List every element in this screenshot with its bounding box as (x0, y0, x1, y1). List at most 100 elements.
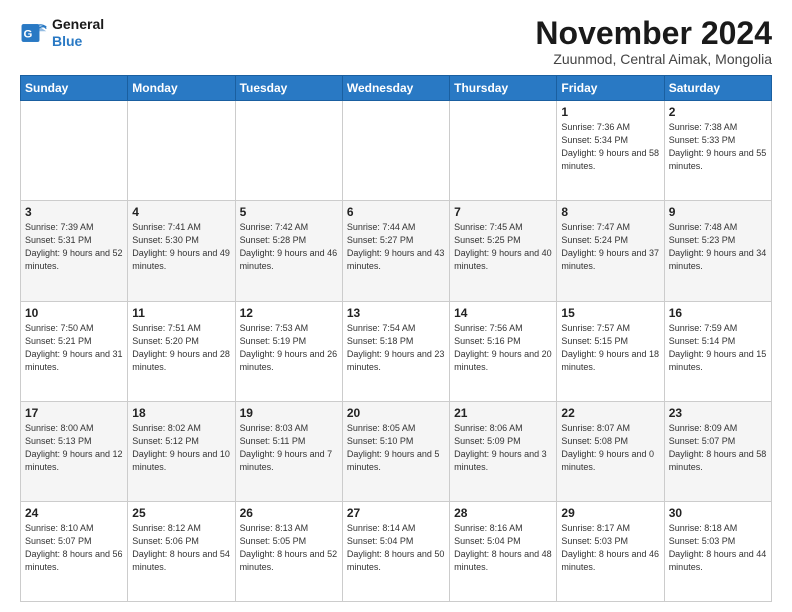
day-cell-2-1: 11Sunrise: 7:51 AM Sunset: 5:20 PM Dayli… (128, 301, 235, 401)
day-cell-2-4: 14 Sunrise: 7:56 AM Sunset: 5:16 PM Dayli… (450, 301, 557, 401)
day-cell-0-3 (342, 101, 449, 201)
day-cell-1-0: 3 Sunrise: 7:39 AM Sunset: 5:31 PM Daylig… (21, 201, 128, 301)
day-number: 21 (454, 406, 552, 420)
day-info: Sunrise: 7:54 AM Sunset: 5:18 PM Dayligh… (347, 322, 445, 374)
day-cell-3-1: 18 Sunrise: 8:02 AM Sunset: 5:12 PM Dayli… (128, 401, 235, 501)
day-info: Sunrise: 7:59 AM Sunset: 5:14 PM Dayligh… (669, 322, 767, 374)
day-cell-2-0: 10 Sunrise: 7:50 AM Sunset: 5:21 PM Dayli… (21, 301, 128, 401)
day-cell-3-0: 17Sunrise: 8:00 AM Sunset: 5:13 PM Dayli… (21, 401, 128, 501)
day-cell-4-0: 24 Sunrise: 8:10 AM Sunset: 5:07 PM Dayli… (21, 501, 128, 601)
day-info: Sunrise: 7:47 AM Sunset: 5:24 PM Dayligh… (561, 221, 659, 273)
day-number: 27 (347, 506, 445, 520)
day-number: 25 (132, 506, 230, 520)
day-info: Sunrise: 7:45 AM Sunset: 5:25 PM Dayligh… (454, 221, 552, 273)
day-cell-3-4: 21Sunrise: 8:06 AM Sunset: 5:09 PM Dayli… (450, 401, 557, 501)
day-cell-0-1 (128, 101, 235, 201)
page: G General Blue November 2024 Zuunmod, Ce… (0, 0, 792, 612)
calendar-table: Sunday Monday Tuesday Wednesday Thursday… (20, 75, 772, 602)
day-number: 19 (240, 406, 338, 420)
title-block: November 2024 Zuunmod, Central Aimak, Mo… (535, 16, 772, 67)
day-cell-4-6: 30 Sunrise: 8:18 AM Sunset: 5:03 PM Dayli… (664, 501, 771, 601)
day-info: Sunrise: 8:00 AM Sunset: 5:13 PM Dayligh… (25, 422, 123, 474)
day-info: Sunrise: 7:41 AM Sunset: 5:30 PM Dayligh… (132, 221, 230, 273)
day-cell-0-2 (235, 101, 342, 201)
day-cell-0-5: 1Sunrise: 7:36 AM Sunset: 5:34 PM Daylig… (557, 101, 664, 201)
day-info: Sunrise: 8:03 AM Sunset: 5:11 PM Dayligh… (240, 422, 338, 474)
header-friday: Friday (557, 76, 664, 101)
day-cell-1-6: 9 Sunrise: 7:48 AM Sunset: 5:23 PM Daylig… (664, 201, 771, 301)
day-cell-1-1: 4 Sunrise: 7:41 AM Sunset: 5:30 PM Daylig… (128, 201, 235, 301)
day-number: 3 (25, 205, 123, 219)
week-row-4: 17Sunrise: 8:00 AM Sunset: 5:13 PM Dayli… (21, 401, 772, 501)
day-number: 14 (454, 306, 552, 320)
logo-icon: G (20, 19, 48, 47)
day-number: 18 (132, 406, 230, 420)
day-cell-1-4: 7Sunrise: 7:45 AM Sunset: 5:25 PM Daylig… (450, 201, 557, 301)
day-cell-2-2: 12 Sunrise: 7:53 AM Sunset: 5:19 PM Dayli… (235, 301, 342, 401)
day-cell-4-2: 26 Sunrise: 8:13 AM Sunset: 5:05 PM Dayli… (235, 501, 342, 601)
day-number: 12 (240, 306, 338, 320)
header-sunday: Sunday (21, 76, 128, 101)
day-number: 29 (561, 506, 659, 520)
day-info: Sunrise: 7:38 AM Sunset: 5:33 PM Dayligh… (669, 121, 767, 173)
day-cell-4-1: 25 Sunrise: 8:12 AM Sunset: 5:06 PM Dayli… (128, 501, 235, 601)
day-number: 24 (25, 506, 123, 520)
day-info: Sunrise: 8:07 AM Sunset: 5:08 PM Dayligh… (561, 422, 659, 474)
logo-text: General Blue (52, 16, 104, 50)
day-info: Sunrise: 7:39 AM Sunset: 5:31 PM Dayligh… (25, 221, 123, 273)
header-saturday: Saturday (664, 76, 771, 101)
day-number: 28 (454, 506, 552, 520)
day-info: Sunrise: 8:10 AM Sunset: 5:07 PM Dayligh… (25, 522, 123, 574)
day-info: Sunrise: 8:13 AM Sunset: 5:05 PM Dayligh… (240, 522, 338, 574)
day-info: Sunrise: 7:53 AM Sunset: 5:19 PM Dayligh… (240, 322, 338, 374)
header-thursday: Thursday (450, 76, 557, 101)
day-cell-1-2: 5 Sunrise: 7:42 AM Sunset: 5:28 PM Daylig… (235, 201, 342, 301)
day-info: Sunrise: 8:14 AM Sunset: 5:04 PM Dayligh… (347, 522, 445, 574)
day-number: 16 (669, 306, 767, 320)
day-info: Sunrise: 7:42 AM Sunset: 5:28 PM Dayligh… (240, 221, 338, 273)
day-number: 26 (240, 506, 338, 520)
day-info: Sunrise: 8:16 AM Sunset: 5:04 PM Dayligh… (454, 522, 552, 574)
logo: G General Blue (20, 16, 104, 50)
header-monday: Monday (128, 76, 235, 101)
day-info: Sunrise: 7:48 AM Sunset: 5:23 PM Dayligh… (669, 221, 767, 273)
day-number: 10 (25, 306, 123, 320)
day-cell-0-4 (450, 101, 557, 201)
day-cell-4-4: 28 Sunrise: 8:16 AM Sunset: 5:04 PM Dayli… (450, 501, 557, 601)
day-number: 15 (561, 306, 659, 320)
day-number: 9 (669, 205, 767, 219)
day-number: 4 (132, 205, 230, 219)
day-info: Sunrise: 8:18 AM Sunset: 5:03 PM Dayligh… (669, 522, 767, 574)
day-info: Sunrise: 7:50 AM Sunset: 5:21 PM Dayligh… (25, 322, 123, 374)
weekday-header-row: Sunday Monday Tuesday Wednesday Thursday… (21, 76, 772, 101)
month-title: November 2024 (535, 16, 772, 51)
day-info: Sunrise: 8:12 AM Sunset: 5:06 PM Dayligh… (132, 522, 230, 574)
day-cell-3-3: 20Sunrise: 8:05 AM Sunset: 5:10 PM Dayli… (342, 401, 449, 501)
svg-text:G: G (24, 28, 33, 40)
day-info: Sunrise: 7:57 AM Sunset: 5:15 PM Dayligh… (561, 322, 659, 374)
day-info: Sunrise: 7:51 AM Sunset: 5:20 PM Dayligh… (132, 322, 230, 374)
day-number: 20 (347, 406, 445, 420)
header: G General Blue November 2024 Zuunmod, Ce… (20, 16, 772, 67)
day-number: 22 (561, 406, 659, 420)
header-tuesday: Tuesday (235, 76, 342, 101)
week-row-3: 10 Sunrise: 7:50 AM Sunset: 5:21 PM Dayli… (21, 301, 772, 401)
day-info: Sunrise: 7:44 AM Sunset: 5:27 PM Dayligh… (347, 221, 445, 273)
day-number: 5 (240, 205, 338, 219)
day-number: 8 (561, 205, 659, 219)
day-cell-2-5: 15 Sunrise: 7:57 AM Sunset: 5:15 PM Dayli… (557, 301, 664, 401)
logo-line1: General (52, 16, 104, 33)
day-info: Sunrise: 7:56 AM Sunset: 5:16 PM Dayligh… (454, 322, 552, 374)
day-cell-2-6: 16 Sunrise: 7:59 AM Sunset: 5:14 PM Dayli… (664, 301, 771, 401)
day-cell-0-6: 2Sunrise: 7:38 AM Sunset: 5:33 PM Daylig… (664, 101, 771, 201)
week-row-5: 24 Sunrise: 8:10 AM Sunset: 5:07 PM Dayli… (21, 501, 772, 601)
header-wednesday: Wednesday (342, 76, 449, 101)
day-number: 1 (561, 105, 659, 119)
day-number: 30 (669, 506, 767, 520)
day-cell-4-5: 29Sunrise: 8:17 AM Sunset: 5:03 PM Dayli… (557, 501, 664, 601)
day-number: 6 (347, 205, 445, 219)
day-info: Sunrise: 8:02 AM Sunset: 5:12 PM Dayligh… (132, 422, 230, 474)
day-cell-3-6: 23Sunrise: 8:09 AM Sunset: 5:07 PM Dayli… (664, 401, 771, 501)
day-cell-0-0 (21, 101, 128, 201)
day-info: Sunrise: 8:09 AM Sunset: 5:07 PM Dayligh… (669, 422, 767, 474)
